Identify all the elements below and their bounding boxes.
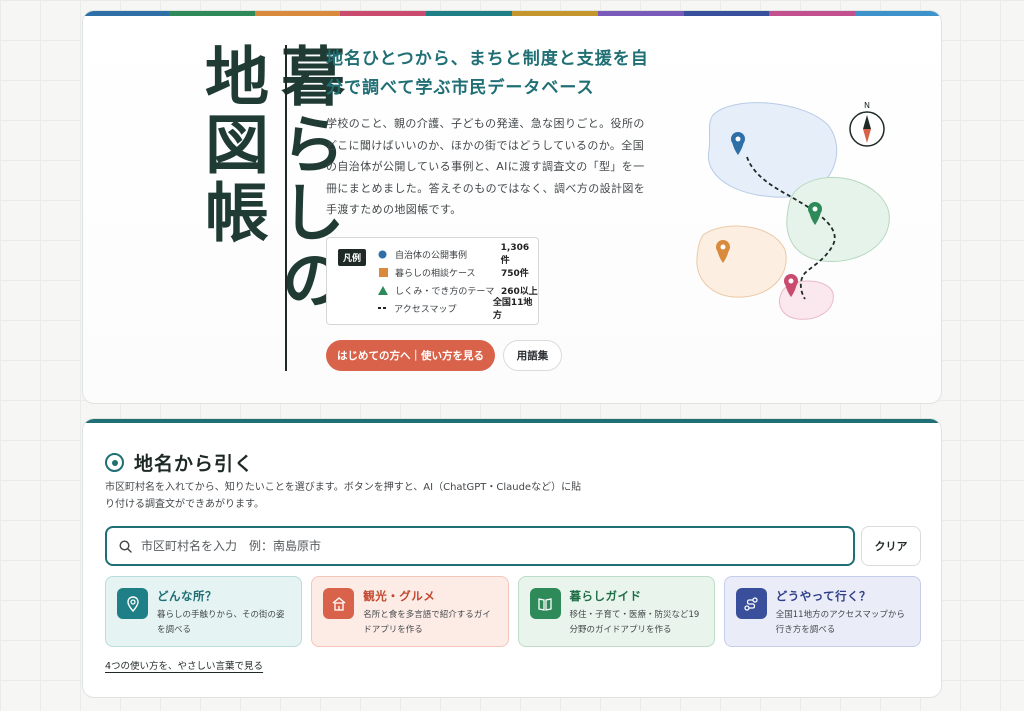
legend-tag: 凡例 xyxy=(338,249,367,266)
legend-box: 凡例 自治体の公開事例 1,306件 暮らしの相談ケース 750件 しくみ・でき… xyxy=(326,237,539,325)
section-accent-bar xyxy=(83,419,941,423)
stripe-segment xyxy=(597,11,684,16)
green-triangle-icon xyxy=(377,284,389,296)
search-icon xyxy=(119,539,132,553)
color-stripe xyxy=(83,11,941,16)
compass-icon: N xyxy=(849,101,885,147)
legend-label: 自治体の公開事例 xyxy=(394,250,467,261)
stripe-segment xyxy=(426,11,512,16)
stripe-segment xyxy=(83,11,169,16)
clear-button[interactable]: クリア xyxy=(861,526,921,566)
legend-value: 750件 xyxy=(501,268,529,279)
legend-label: しくみ・でき方のテーマ xyxy=(395,286,495,297)
mode-description: 暮らしの手触りから、その街の姿を調べる xyxy=(157,610,285,635)
route-icon xyxy=(735,588,767,619)
stripe-segment xyxy=(168,11,255,16)
place-search-card: 地名から引く 市区町村名を入れてから、知りたいことを選びます。ボタンを押すと、A… xyxy=(82,418,942,698)
stripe-segment xyxy=(254,11,341,16)
title-divider xyxy=(285,45,287,371)
mode-card-living-guide[interactable]: 暮らしガイド 移住・子育て・医療・防災など19分野のガイドアプリを作る xyxy=(517,576,715,647)
orange-square-icon xyxy=(377,266,389,278)
mode-cards: どんな所？ 暮らしの手触りから、その街の姿を調べる 観光・グルメ 名所と食を多言… xyxy=(105,576,921,647)
stripe-segment xyxy=(511,11,598,16)
section-title: 地名から引く xyxy=(134,453,255,475)
blue-circle-icon xyxy=(377,248,389,260)
legend-value: 全国11地方 xyxy=(492,298,533,321)
section-header: 地名から引く xyxy=(105,449,254,476)
hero-description: 学校のこと、親の介護、子どもの発達、急な困りごと。役所のどこに聞けばいいのか、ほ… xyxy=(326,117,646,216)
legend-row-cases: 自治体の公開事例 1,306件 xyxy=(377,243,538,266)
hero-lead: 地名ひとつから、まちと制度と支援を自分で調べて学ぶ市民データベース xyxy=(326,49,649,98)
mode-title: どうやって行く？ xyxy=(775,589,872,603)
book-icon xyxy=(529,588,561,619)
glossary-button[interactable]: 用語集 xyxy=(503,340,562,371)
mode-description: 名所と食を多言語で紹介するガイドアプリを作る xyxy=(363,610,491,635)
stripe-segment xyxy=(683,11,770,16)
mode-title: 暮らしガイド xyxy=(569,589,642,603)
modes-explainer-link[interactable]: 4つの使い方を、やさしい言葉で見る xyxy=(105,658,263,672)
mode-card-overview[interactable]: どんな所？ 暮らしの手触りから、その街の姿を調べる xyxy=(105,576,303,647)
site-title: 暮らしの地図帳 xyxy=(194,43,345,315)
mode-title: 観光・グルメ xyxy=(363,589,436,603)
legend-label: アクセスマップ xyxy=(394,304,457,315)
map-region-orange xyxy=(696,225,787,298)
map-pin-icon xyxy=(117,588,148,619)
hero-card: 暮らしの地図帳 地名ひとつから、まちと制度と支援を自分で調べて学ぶ市民データベー… xyxy=(82,10,942,404)
mode-title: どんな所？ xyxy=(157,589,217,603)
legend-row-consult: 暮らしの相談ケース 750件 xyxy=(377,265,529,279)
dashed-line-icon xyxy=(377,302,388,314)
municipality-input[interactable] xyxy=(141,539,821,553)
section-description: 市区町村名を入れてから、知りたいことを選びます。ボタンを押すと、AI（ChatG… xyxy=(105,482,582,510)
mode-description: 移住・子育て・医療・防災など19分野のガイドアプリを作る xyxy=(569,610,700,635)
stripe-segment xyxy=(855,11,941,16)
mode-description: 全国11地方のアクセスマップから行き方を調べる xyxy=(775,610,905,635)
mode-card-tourism[interactable]: 観光・グルメ 名所と食を多言語で紹介するガイドアプリを作る xyxy=(311,576,509,647)
stripe-segment xyxy=(769,11,856,16)
target-icon xyxy=(105,453,124,472)
how-to-use-button[interactable]: はじめての方へ｜使い方を見る xyxy=(326,340,495,371)
building-icon xyxy=(323,588,355,619)
legend-label: 暮らしの相談ケース xyxy=(395,268,476,279)
map-region-green xyxy=(786,176,890,263)
legend-value: 1,306件 xyxy=(500,242,530,266)
stripe-segment xyxy=(340,11,427,16)
search-field[interactable] xyxy=(105,526,855,566)
compass-north-label: N xyxy=(864,101,870,110)
legend-row-access: アクセスマップ 全国11地方 xyxy=(377,298,538,321)
mode-card-access[interactable]: どうやって行く？ 全国11地方のアクセスマップから行き方を調べる xyxy=(723,576,921,647)
